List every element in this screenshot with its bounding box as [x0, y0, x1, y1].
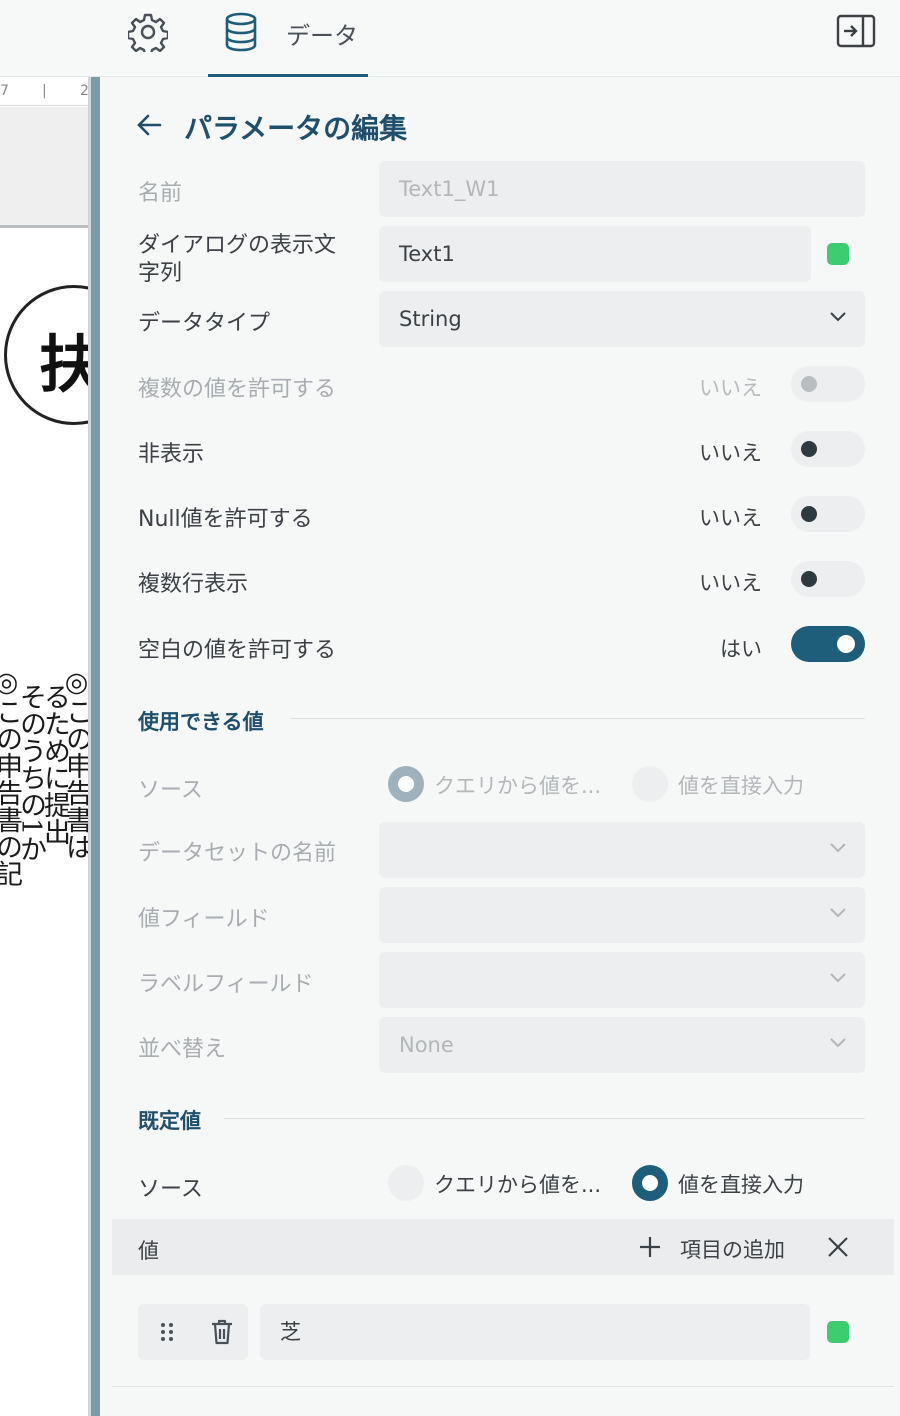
ruler-mark: 2	[80, 83, 88, 99]
panel-collapse-icon	[836, 14, 876, 48]
allow-multiple-toggle	[791, 366, 865, 402]
chevron-down-icon	[830, 1038, 846, 1048]
gear-icon	[126, 13, 170, 57]
section-divider	[224, 1118, 865, 1119]
prompt-label-line2: 字列	[138, 261, 183, 286]
close-icon[interactable]	[826, 1235, 850, 1259]
panel-toggle-button[interactable]	[836, 14, 876, 48]
data-type-select[interactable]: String	[379, 291, 865, 347]
available-source-direct-radio	[632, 766, 668, 802]
allow-null-label: Null値を許可する	[138, 507, 313, 532]
available-source-query-radio	[388, 766, 424, 802]
document-scrollbar[interactable]	[88, 77, 100, 1416]
database-icon	[225, 12, 257, 52]
default-source-direct-radio[interactable]	[632, 1165, 668, 1201]
values-header: 値 項目の追加	[112, 1219, 894, 1275]
tab-data-label: データ	[286, 22, 358, 50]
multiline-toggle[interactable]	[791, 561, 865, 597]
available-source-label: ソース	[138, 778, 203, 803]
default-source-direct-label: 値を直接入力	[678, 1173, 804, 1197]
data-type-label: データタイプ	[138, 311, 271, 336]
values-label: 値	[138, 1239, 159, 1263]
tab-settings[interactable]	[126, 12, 170, 57]
default-source-label: ソース	[138, 1177, 203, 1202]
multiline-state: いいえ	[699, 571, 762, 595]
divider	[112, 1386, 894, 1387]
ruler-mark: 7	[0, 83, 9, 99]
available-source-direct-label: 値を直接入力	[678, 774, 804, 798]
add-item-label: 項目の追加	[680, 1238, 785, 1262]
document-header-band	[0, 107, 88, 228]
default-source-query-label: クエリから値を...	[434, 1173, 602, 1197]
plus-icon	[640, 1237, 660, 1257]
ruler-mark: |	[42, 83, 47, 99]
back-arrow-icon[interactable]	[136, 113, 162, 137]
allow-blank-state: はい	[720, 637, 762, 661]
circle-character: 扶	[4, 285, 88, 425]
hidden-toggle[interactable]	[791, 431, 865, 467]
allow-multiple-state: いいえ	[699, 376, 762, 400]
hidden-label: 非表示	[138, 442, 205, 467]
circle-character-text: 扶	[39, 328, 88, 401]
data-type-value: String	[399, 307, 462, 331]
document-text-line: ◎この申告書の記	[0, 667, 22, 887]
trash-icon[interactable]	[210, 1318, 234, 1346]
allow-null-toggle[interactable]	[791, 496, 865, 532]
label-field-select	[379, 952, 865, 1008]
page-title: パラメータの編集	[184, 112, 408, 145]
default-source-query-radio[interactable]	[388, 1165, 424, 1201]
default-value-input[interactable]: 芝	[260, 1304, 810, 1360]
dataset-name-label: データセットの名前	[138, 841, 337, 866]
sort-select: None	[379, 1017, 865, 1073]
value-field-label: 値フィールド	[138, 907, 270, 932]
sort-label: 並べ替え	[138, 1037, 227, 1062]
dataset-name-select	[379, 822, 865, 878]
top-toolbar: データ	[0, 0, 900, 77]
sort-value: None	[399, 1033, 454, 1057]
multiline-label: 複数行表示	[138, 572, 249, 597]
status-indicator	[827, 243, 849, 265]
allow-multiple-label: 複数の値を許可する	[138, 377, 337, 402]
allow-null-state: いいえ	[699, 506, 762, 530]
status-indicator	[827, 1321, 849, 1343]
section-divider	[290, 718, 865, 719]
available-source-query-label: クエリから値を...	[434, 774, 602, 798]
tab-data[interactable]: データ	[208, 0, 368, 77]
hidden-state: いいえ	[699, 441, 762, 465]
label-field-label: ラベルフィールド	[138, 972, 314, 997]
available-values-heading: 使用できる値	[138, 710, 264, 734]
document-preview: 7 | 2 扶 ◎この申告書は るために提出 そのうちの1か ◎この申告書の記	[0, 77, 88, 1416]
allow-blank-toggle[interactable]	[791, 626, 865, 662]
value-field-select	[379, 887, 865, 943]
chevron-down-icon	[830, 908, 846, 918]
name-label: 名前	[138, 181, 183, 206]
drag-handle-icon[interactable]	[158, 1320, 176, 1344]
chevron-down-icon	[830, 843, 846, 853]
default-values-heading: 既定値	[138, 1109, 201, 1133]
chevron-down-icon	[830, 973, 846, 983]
value-row-tools	[138, 1304, 248, 1360]
parameter-edit-panel: パラメータの編集 名前 Text1_W1 ダイアログの表示文 字列 Text1 …	[100, 77, 900, 1416]
ruler: 7 | 2	[0, 77, 88, 106]
chevron-down-icon	[830, 312, 846, 322]
allow-blank-label: 空白の値を許可する	[138, 638, 337, 663]
prompt-field[interactable]: Text1	[379, 226, 811, 282]
name-field: Text1_W1	[379, 161, 865, 217]
